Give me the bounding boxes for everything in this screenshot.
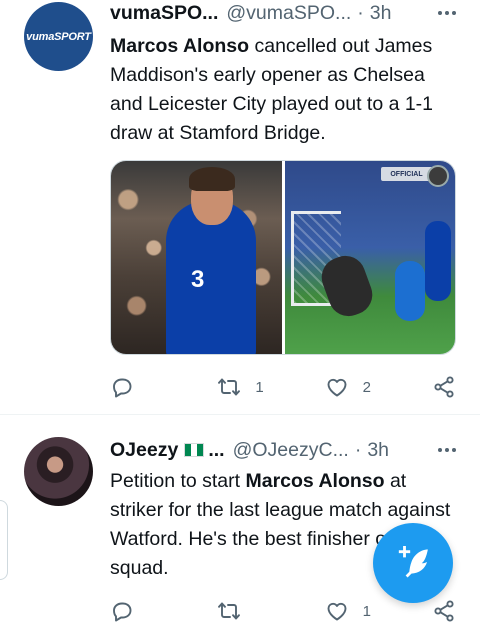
tweet-header: OJeezy ... @OJeezyC... · 3h <box>110 437 456 463</box>
user-handle[interactable]: @vumaSPO... <box>226 2 351 25</box>
photo-goal-scene[interactable]: OFFICIAL <box>284 161 455 354</box>
photo-player-celebration[interactable]: 3 <box>111 161 282 354</box>
avatar[interactable] <box>24 437 93 506</box>
player-hair <box>189 167 235 191</box>
retweet-count: 1 <box>255 378 264 396</box>
media-gallery[interactable]: 3 OFFICIAL <box>110 160 456 355</box>
retweet-button[interactable]: 1 <box>217 375 324 399</box>
official-board: OFFICIAL <box>380 167 433 181</box>
shirt-number: 3 <box>191 266 205 293</box>
like-button[interactable]: 2 <box>325 375 432 399</box>
tweet-text-pre: Petition to start <box>110 470 246 492</box>
more-icon[interactable] <box>438 437 456 463</box>
separator-dot: · <box>354 438 362 461</box>
defender-figure <box>394 261 425 321</box>
reply-button[interactable] <box>110 375 217 399</box>
tweet-actions: 1 2 <box>110 372 456 402</box>
tweet[interactable]: vumaSPORT vumaSPO... @vumaSPO... · 3h Ma… <box>0 0 480 414</box>
tweet-text: Marcos Alonso cancelled out James Maddis… <box>110 32 460 148</box>
display-name[interactable]: vumaSPO... <box>110 2 218 25</box>
more-icon[interactable] <box>438 0 456 26</box>
mention-bold: Marcos Alonso <box>110 35 250 57</box>
display-name[interactable]: OJeezy <box>110 439 178 462</box>
side-panel-edge <box>0 500 8 580</box>
retweet-icon <box>218 378 241 396</box>
compose-tweet-icon <box>398 546 428 578</box>
user-handle[interactable]: @OJeezyC... <box>233 439 349 462</box>
heart-icon <box>327 378 347 397</box>
tweet-header: vumaSPO... @vumaSPO... · 3h <box>110 0 456 26</box>
timestamp[interactable]: 3h <box>367 439 389 462</box>
like-count: 1 <box>362 602 371 620</box>
nigeria-flag-icon <box>184 443 205 457</box>
share-button[interactable] <box>432 599 456 623</box>
share-icon <box>434 376 454 398</box>
heart-icon <box>327 602 347 621</box>
retweet-icon <box>218 602 241 620</box>
separator-dot: · <box>357 1 364 24</box>
share-icon <box>434 600 454 622</box>
reply-icon <box>113 378 132 398</box>
display-name-ellipsis: ... <box>208 438 225 461</box>
like-count: 2 <box>362 378 371 396</box>
avatar[interactable]: vumaSPORT <box>24 2 93 71</box>
reply-button[interactable] <box>110 599 217 623</box>
avatar-logo-text: vumaSPORT <box>26 30 91 43</box>
striker-figure <box>424 221 451 301</box>
mention-bold: Marcos Alonso <box>245 470 385 492</box>
compose-tweet-button[interactable] <box>373 523 453 603</box>
retweet-button[interactable] <box>217 599 324 623</box>
reply-icon <box>113 602 132 622</box>
timestamp[interactable]: 3h <box>370 2 392 25</box>
stadium-clock <box>427 165 449 187</box>
share-button[interactable] <box>432 375 456 399</box>
